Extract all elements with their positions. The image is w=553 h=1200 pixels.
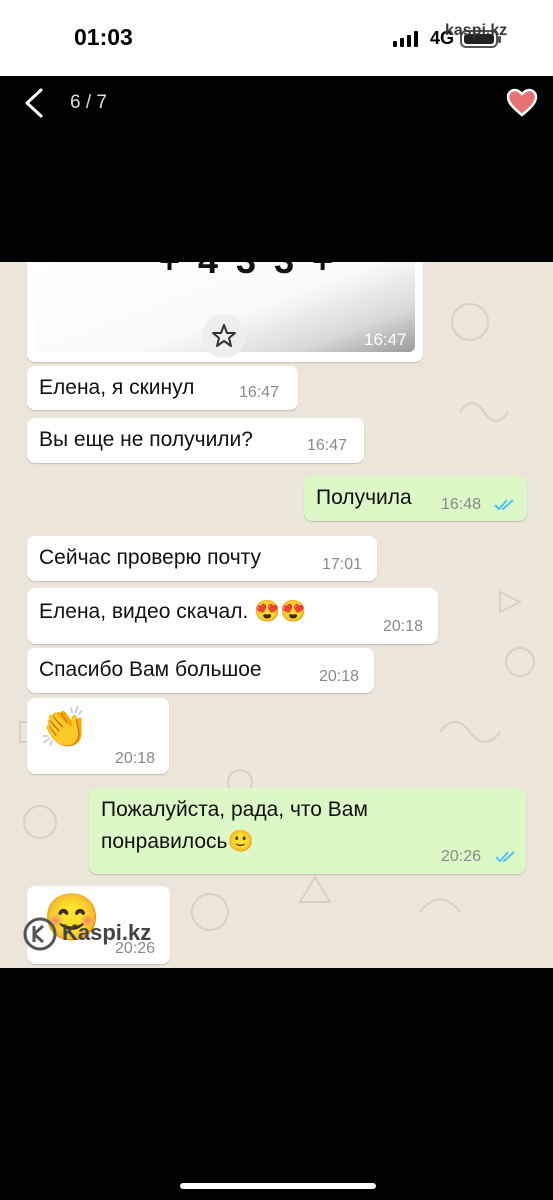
read-ticks-icon [494,499,514,511]
message-text-line1: Пожалуйста, рада, что Вам [101,798,368,821]
message-bubble-out[interactable]: Пожалуйста, рада, что Вам понравилось🙂 2… [89,788,526,874]
status-time: 01:03 [74,24,133,50]
message-text: Спасибо Вам большое [39,658,262,681]
signal-icon [393,31,419,47]
message-time: 17:01 [322,556,363,573]
kaspi-logo-icon [23,917,57,951]
message-text-line2: понравилось🙂 [101,830,254,853]
message-time: 16:48 [441,496,482,513]
status-bar: 01:03 4G kaspi.kz [0,0,553,76]
chat-screenshot: + 4 3 3 + 16:47 Елена, я скинул 16:47 Вы… [0,262,553,968]
watermark-top: kaspi.kz [445,22,508,39]
message-time: 20:18 [319,668,360,685]
message-bubble-out[interactable]: Получила 16:48 [304,476,527,521]
emoji-clap: 👏 [39,706,89,750]
media-caption: + 4 3 3 + [159,262,337,282]
read-ticks-icon [495,851,515,863]
media-message[interactable]: + 4 3 3 + 16:47 [27,262,423,362]
message-time: 16:47 [239,384,280,401]
message-text: Сейчас проверю почту [39,546,262,569]
star-message-button[interactable] [202,314,246,358]
message-time: 20:26 [441,848,482,865]
home-indicator[interactable] [180,1183,376,1189]
message-bubble-in[interactable]: 👏 20:18 [27,698,169,774]
message-time: 20:18 [383,618,424,635]
watermark-bottom: Kaspi.kz [22,914,182,954]
message-time: 20:18 [115,750,156,767]
message-text: Елена, видео скачал. 😍😍 [39,600,307,623]
message-text: Получила [316,486,412,509]
favorite-heart-icon[interactable] [506,88,538,118]
viewer-bottom-area [0,968,553,1200]
message-bubble-in[interactable]: Вы еще не получили? 16:47 [27,418,364,463]
media-timestamp: 16:47 [364,330,407,349]
star-icon [212,324,236,347]
message-time: 16:47 [307,437,348,454]
message-text: Елена, я скинул [39,376,195,399]
watermark-text: Kaspi.kz [62,920,152,945]
back-arrow-icon[interactable] [22,88,48,118]
message-bubble-in[interactable]: Спасибо Вам большое 20:18 [27,648,374,693]
message-bubble-in[interactable]: Елена, видео скачал. 😍😍 20:18 [27,588,438,644]
message-bubble-in[interactable]: Елена, я скинул 16:47 [27,366,298,410]
image-counter: 6 / 7 [70,92,107,113]
message-text: Вы еще не получили? [39,428,253,451]
message-bubble-in[interactable]: Сейчас проверю почту 17:01 [27,536,377,581]
